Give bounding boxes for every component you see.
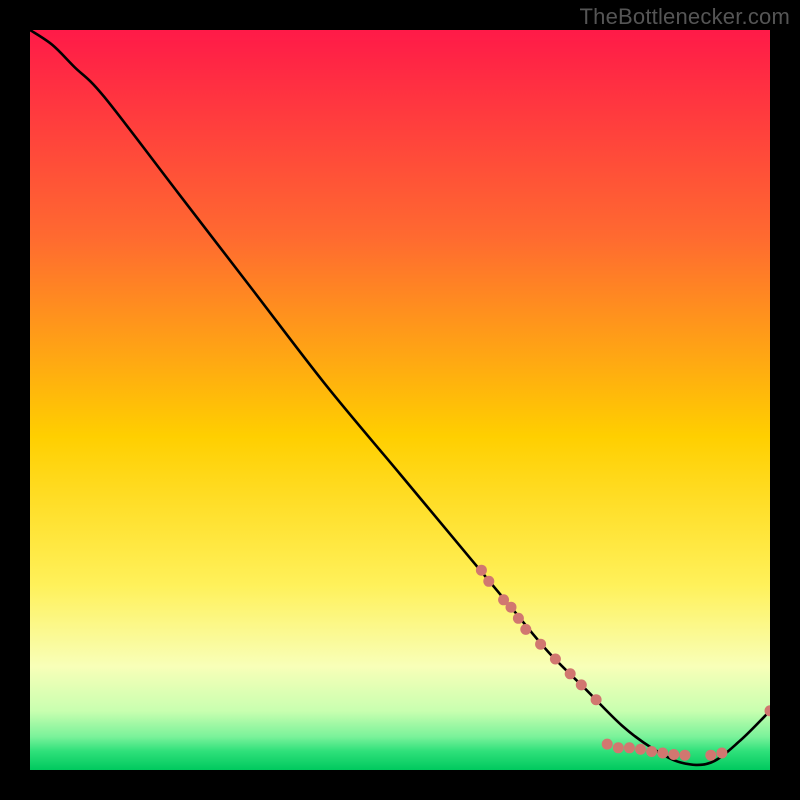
data-marker: [520, 624, 531, 635]
data-marker: [550, 654, 561, 665]
plot-area: [30, 30, 770, 770]
data-marker: [565, 668, 576, 679]
data-marker: [613, 742, 624, 753]
chart-stage: TheBottlenecker.com: [0, 0, 800, 800]
data-marker: [576, 679, 587, 690]
data-marker: [535, 639, 546, 650]
data-marker: [513, 613, 524, 624]
data-marker: [679, 750, 690, 761]
data-marker: [668, 749, 679, 760]
data-marker: [624, 742, 635, 753]
data-marker: [635, 744, 646, 755]
data-marker: [602, 739, 613, 750]
curve-layer: [30, 30, 770, 770]
data-marker: [476, 565, 487, 576]
data-marker: [506, 602, 517, 613]
data-marker: [657, 747, 668, 758]
data-marker: [591, 694, 602, 705]
data-marker: [716, 747, 727, 758]
data-marker: [705, 750, 716, 761]
data-marker: [483, 576, 494, 587]
data-marker: [646, 746, 657, 757]
marker-group: [476, 565, 770, 761]
bottleneck-curve: [30, 30, 770, 765]
watermark-text: TheBottlenecker.com: [580, 4, 790, 30]
